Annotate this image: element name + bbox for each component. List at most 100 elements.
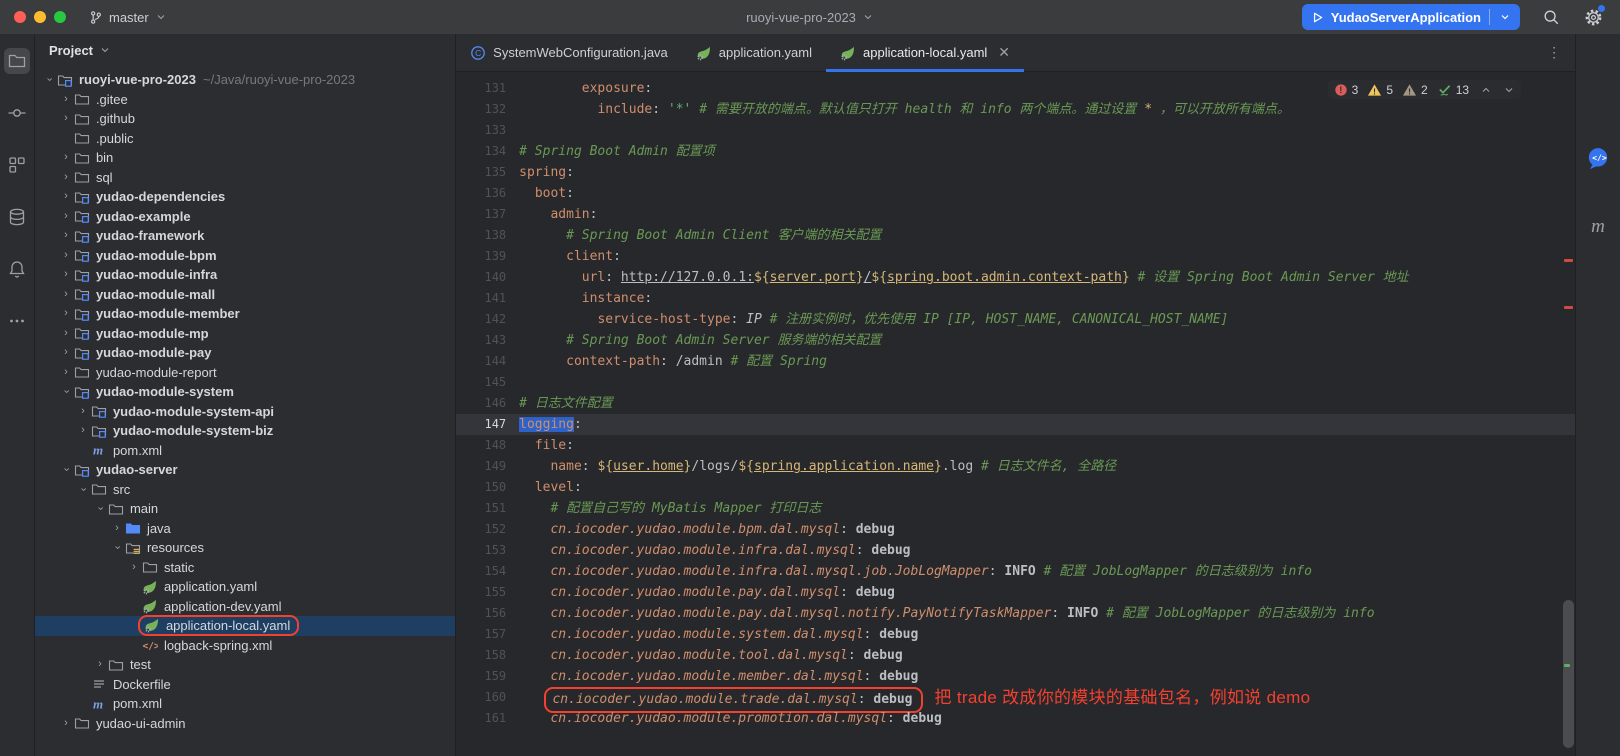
zoom-window-button[interactable]	[54, 11, 66, 23]
chevron-collapsed-icon[interactable]: ›	[58, 269, 74, 280]
inspections-widget[interactable]: !3!5!213	[1328, 80, 1521, 99]
next-problem-icon[interactable]	[1503, 84, 1515, 96]
tree-item-yudao-module-member[interactable]: ›yudao-module-member	[35, 304, 455, 324]
chevron-expanded-icon[interactable]: ›	[60, 462, 71, 478]
chevron-expanded-icon[interactable]: ›	[43, 72, 54, 88]
chevron-collapsed-icon[interactable]: ›	[75, 406, 91, 417]
code-line-152[interactable]: 152 cn.iocoder.yudao.module.bpm.dal.mysq…	[456, 519, 1575, 540]
chevron-collapsed-icon[interactable]: ›	[58, 347, 74, 358]
code-line-139[interactable]: 139 client:	[456, 246, 1575, 267]
code-line-154[interactable]: 154 cn.iocoder.yudao.module.infra.dal.my…	[456, 561, 1575, 582]
code-line-158[interactable]: 158 cn.iocoder.yudao.module.tool.dal.mys…	[456, 645, 1575, 666]
code-line-156[interactable]: 156 cn.iocoder.yudao.module.pay.dal.mysq…	[456, 603, 1575, 624]
previous-problem-icon[interactable]	[1480, 84, 1492, 96]
code-line-157[interactable]: 157 cn.iocoder.yudao.module.system.dal.m…	[456, 624, 1575, 645]
tree-item--gitee[interactable]: ›.gitee	[35, 90, 455, 110]
tool-project[interactable]	[4, 48, 30, 74]
editor-tab-systemwebconfiguration-java[interactable]: CSystemWebConfiguration.java	[456, 34, 682, 71]
tool-commit[interactable]	[4, 100, 30, 126]
tree-item-application-dev-yaml[interactable]: ›application-dev.yaml	[35, 597, 455, 617]
code-line-137[interactable]: 137 admin:	[456, 204, 1575, 225]
chevron-collapsed-icon[interactable]: ›	[109, 523, 125, 534]
chevron-collapsed-icon[interactable]: ›	[58, 718, 74, 729]
tree-item-ruoyi-vue-pro-2023[interactable]: ›ruoyi-vue-pro-2023~/Java/ruoyi-vue-pro-…	[35, 70, 455, 90]
git-branch-widget[interactable]: master	[88, 10, 167, 25]
inspection-warning[interactable]: !5	[1367, 83, 1393, 97]
code-line-160[interactable]: 160 cn.iocoder.yudao.module.trade.dal.my…	[456, 687, 1575, 708]
run-configuration-widget[interactable]: YudaoServerApplication	[1302, 4, 1520, 30]
chevron-collapsed-icon[interactable]: ›	[58, 172, 74, 183]
code-line-148[interactable]: 148 file:	[456, 435, 1575, 456]
tree-item-yudao-server[interactable]: ›yudao-server	[35, 460, 455, 480]
chevron-collapsed-icon[interactable]: ›	[58, 94, 74, 105]
code-line-161[interactable]: 161 cn.iocoder.yudao.module.promotion.da…	[456, 708, 1575, 729]
close-window-button[interactable]	[14, 11, 26, 23]
tree-item-pom-xml[interactable]: ›mpom.xml	[35, 694, 455, 714]
code-line-146[interactable]: 146# 日志文件配置	[456, 393, 1575, 414]
run-configuration-dropdown[interactable]	[1494, 11, 1516, 23]
tree-item-application-local-yaml[interactable]: ›application-local.yaml	[35, 616, 455, 636]
code-line-145[interactable]: 145	[456, 372, 1575, 393]
tree-item-yudao-ui-admin[interactable]: ›yudao-ui-admin	[35, 714, 455, 734]
chevron-collapsed-icon[interactable]: ›	[58, 113, 74, 124]
chevron-expanded-icon[interactable]: ›	[60, 384, 71, 400]
editor-tab-application-yaml[interactable]: application.yaml	[682, 34, 826, 71]
code-line-149[interactable]: 149 name: ${user.home}/logs/${spring.app…	[456, 456, 1575, 477]
code-line-134[interactable]: 134# Spring Boot Admin 配置项	[456, 141, 1575, 162]
code-line-143[interactable]: 143 # Spring Boot Admin Server 服务端的相关配置	[456, 330, 1575, 351]
code-line-138[interactable]: 138 # Spring Boot Admin Client 客户端的相关配置	[456, 225, 1575, 246]
close-tab-icon[interactable]: ✕	[998, 44, 1010, 61]
code-line-153[interactable]: 153 cn.iocoder.yudao.module.infra.dal.my…	[456, 540, 1575, 561]
code-line-147[interactable]: 147logging:	[456, 414, 1575, 435]
tree-item-logback-spring-xml[interactable]: ›</>logback-spring.xml	[35, 636, 455, 656]
tool-database[interactable]	[4, 204, 30, 230]
chevron-down-icon[interactable]	[99, 44, 111, 56]
tree-item-test[interactable]: ›test	[35, 655, 455, 675]
code-line-144[interactable]: 144 context-path: /admin # 配置 Spring	[456, 351, 1575, 372]
tree-item-sql[interactable]: ›sql	[35, 168, 455, 188]
tree-item-yudao-module-system[interactable]: ›yudao-module-system	[35, 382, 455, 402]
code-line-159[interactable]: 159 cn.iocoder.yudao.module.member.dal.m…	[456, 666, 1575, 687]
code-line-133[interactable]: 133	[456, 120, 1575, 141]
tree-item-bin[interactable]: ›bin	[35, 148, 455, 168]
editor-body[interactable]: 131 exposure:132 include: '*' # 需要开放的端点。…	[456, 72, 1575, 756]
tool-notifications[interactable]	[4, 256, 30, 282]
chevron-expanded-icon[interactable]: ›	[77, 481, 88, 497]
code-line-135[interactable]: 135spring:	[456, 162, 1575, 183]
inspection-typo-ok[interactable]: 13	[1437, 82, 1469, 97]
code-line-142[interactable]: 142 service-host-type: IP # 注册实例时，优先使用 I…	[456, 309, 1575, 330]
tree-item-application-yaml[interactable]: ›application.yaml	[35, 577, 455, 597]
tree-item-yudao-dependencies[interactable]: ›yudao-dependencies	[35, 187, 455, 207]
chevron-expanded-icon[interactable]: ›	[94, 501, 105, 517]
tree-item-yudao-module-bpm[interactable]: ›yudao-module-bpm	[35, 246, 455, 266]
tree-item-yudao-module-system-api[interactable]: ›yudao-module-system-api	[35, 402, 455, 422]
code-line-155[interactable]: 155 cn.iocoder.yudao.module.pay.dal.mysq…	[456, 582, 1575, 603]
tree-item-main[interactable]: ›main	[35, 499, 455, 519]
tree-item-pom-xml[interactable]: ›mpom.xml	[35, 441, 455, 461]
tool-structure[interactable]	[4, 152, 30, 178]
tree-item-yudao-module-mall[interactable]: ›yudao-module-mall	[35, 285, 455, 305]
code-line-136[interactable]: 136 boot:	[456, 183, 1575, 204]
tree-item-dockerfile[interactable]: ›Dockerfile	[35, 675, 455, 695]
error-stripe-mark[interactable]	[1564, 306, 1573, 309]
chevron-collapsed-icon[interactable]: ›	[58, 191, 74, 202]
tree-item-java[interactable]: ›java	[35, 519, 455, 539]
code-line-151[interactable]: 151 # 配置自己写的 MyBatis Mapper 打印日志	[456, 498, 1575, 519]
tree-item-yudao-module-system-biz[interactable]: ›yudao-module-system-biz	[35, 421, 455, 441]
settings-button[interactable]	[1582, 6, 1604, 28]
code-line-140[interactable]: 140 url: http://127.0.0.1:${server.port}…	[456, 267, 1575, 288]
tree-item-yudao-module-mp[interactable]: ›yudao-module-mp	[35, 324, 455, 344]
code-line-141[interactable]: 141 instance:	[456, 288, 1575, 309]
tree-item-yudao-module-infra[interactable]: ›yudao-module-infra	[35, 265, 455, 285]
code-line-132[interactable]: 132 include: '*' # 需要开放的端点。默认值只打开 health…	[456, 99, 1575, 120]
editor-tab-application-local-yaml[interactable]: application-local.yaml✕	[826, 34, 1024, 71]
tree-item-yudao-module-report[interactable]: ›yudao-module-report	[35, 363, 455, 383]
chevron-collapsed-icon[interactable]: ›	[58, 211, 74, 222]
tree-item-yudao-example[interactable]: ›yudao-example	[35, 207, 455, 227]
tree-item-yudao-framework[interactable]: ›yudao-framework	[35, 226, 455, 246]
tree-item-yudao-module-pay[interactable]: ›yudao-module-pay	[35, 343, 455, 363]
chevron-collapsed-icon[interactable]: ›	[75, 425, 91, 436]
chevron-collapsed-icon[interactable]: ›	[58, 230, 74, 241]
tree-item-resources[interactable]: ›resources	[35, 538, 455, 558]
chevron-collapsed-icon[interactable]: ›	[58, 289, 74, 300]
